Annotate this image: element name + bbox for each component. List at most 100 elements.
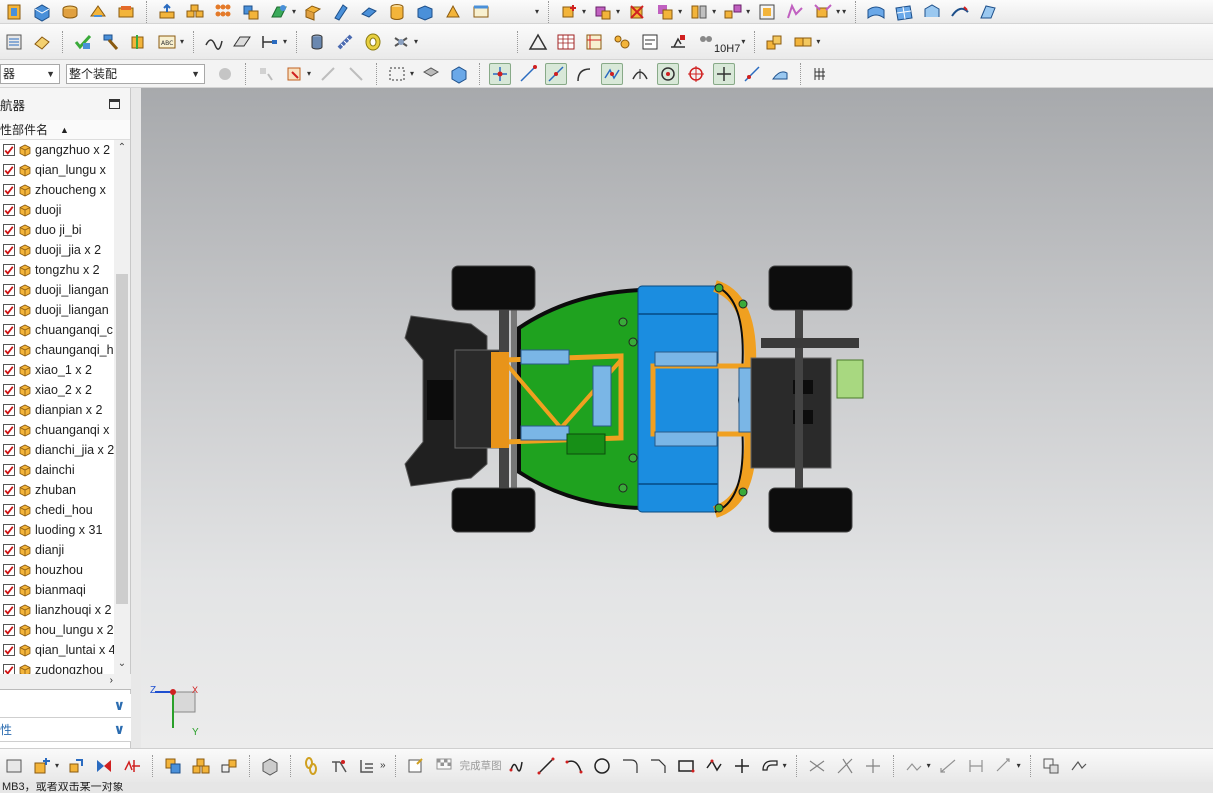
curve-analysis-icon[interactable] xyxy=(203,31,225,53)
visibility-checkbox[interactable] xyxy=(3,404,15,416)
edge-blend-icon[interactable] xyxy=(330,1,352,23)
check-geometry-icon[interactable] xyxy=(72,31,94,53)
shell-icon[interactable] xyxy=(115,1,137,23)
cylinder-icon[interactable] xyxy=(386,1,408,23)
check-clearance-icon[interactable] xyxy=(784,1,806,23)
tree-item[interactable]: duoji_liangan xyxy=(0,280,114,300)
draft-icon[interactable] xyxy=(470,1,492,23)
rectangle-select-icon[interactable] xyxy=(386,63,408,85)
visibility-checkbox[interactable] xyxy=(3,164,15,176)
triangle-icon[interactable] xyxy=(527,31,549,53)
box-feature-icon[interactable] xyxy=(31,1,53,23)
blend-icon[interactable] xyxy=(87,1,109,23)
visibility-checkbox[interactable] xyxy=(3,584,15,596)
add-component-icon[interactable] xyxy=(558,1,580,23)
move-part-icon[interactable] xyxy=(65,755,87,777)
tree-item[interactable]: chuanganqi_c xyxy=(0,320,114,340)
snap-control-point-icon[interactable] xyxy=(573,63,595,85)
surface-analysis-icon[interactable] xyxy=(231,31,253,53)
extrude-icon[interactable] xyxy=(59,1,81,23)
visibility-checkbox[interactable] xyxy=(3,644,15,656)
sync-modeling-icon[interactable] xyxy=(156,1,178,23)
snap-all-icon[interactable] xyxy=(489,62,512,85)
dropdown-arrow-icon[interactable]: ▾ xyxy=(712,7,716,16)
visibility-checkbox[interactable] xyxy=(3,664,15,674)
datum-plane-icon[interactable] xyxy=(302,1,324,23)
tree-vertical-scrollbar[interactable]: ⌃ ⌄ xyxy=(114,140,130,674)
dropdown-arrow-icon[interactable]: ▾ xyxy=(927,761,931,770)
snap-quadrant-icon[interactable] xyxy=(685,63,707,85)
dropdown-arrow-icon[interactable]: ▾ xyxy=(180,37,184,46)
block-icon[interactable] xyxy=(414,1,436,23)
dropdown-arrow-icon[interactable]: ▾ xyxy=(1017,761,1021,770)
visibility-checkbox[interactable] xyxy=(3,344,15,356)
repair-icon[interactable] xyxy=(128,31,150,53)
replace-component-icon[interactable] xyxy=(654,1,676,23)
chevron-down-icon[interactable]: ∨ xyxy=(114,721,125,738)
measure-distance-icon[interactable] xyxy=(259,31,281,53)
dropdown-arrow-icon[interactable]: ▾ xyxy=(836,7,840,16)
balloon-icon[interactable] xyxy=(611,31,633,53)
dropdown-arrow-icon[interactable]: ▾ xyxy=(616,7,620,16)
snap-on-surface-icon[interactable] xyxy=(769,63,791,85)
visibility-checkbox[interactable] xyxy=(3,544,15,556)
quick-extend-icon[interactable] xyxy=(834,755,856,777)
dropdown-arrow-icon[interactable]: ▾ xyxy=(307,69,311,78)
sketch-icon[interactable] xyxy=(405,755,427,777)
properties-panel-header[interactable]: 性 ∨ xyxy=(0,718,131,742)
visibility-checkbox[interactable] xyxy=(3,364,15,376)
constraint-icon[interactable] xyxy=(592,1,614,23)
rectangle-icon[interactable] xyxy=(675,755,697,777)
type-filter-select[interactable]: 器 ▼ xyxy=(0,63,60,84)
graphics-viewport[interactable]: Z X Y xyxy=(141,88,1213,748)
visibility-checkbox[interactable] xyxy=(3,464,15,476)
sketch-settings-icon[interactable] xyxy=(1040,755,1062,777)
dimension-icon[interactable] xyxy=(937,755,959,777)
tree-item[interactable]: lianzhouqi x 2 xyxy=(0,600,114,620)
interpart-link-icon[interactable] xyxy=(328,755,350,777)
visibility-checkbox[interactable] xyxy=(3,264,15,276)
tree-item[interactable]: dianpian x 2 xyxy=(0,400,114,420)
tree-item[interactable]: qian_luntai x 4 xyxy=(0,640,114,660)
tree-item[interactable]: chuanganqi x xyxy=(0,420,114,440)
maximize-panel-icon[interactable] xyxy=(109,99,120,109)
visibility-checkbox[interactable] xyxy=(3,204,15,216)
chamfer-sketch-icon[interactable] xyxy=(647,755,669,777)
tolerance-label[interactable]: 10H7 xyxy=(714,43,740,55)
tree-item[interactable]: qian_lungu x xyxy=(0,160,114,180)
wave-link-icon[interactable] xyxy=(756,1,778,23)
tree-item[interactable]: xiao_1 x 2 xyxy=(0,360,114,380)
general-select-icon[interactable] xyxy=(255,63,277,85)
visibility-checkbox[interactable] xyxy=(3,564,15,576)
tree-item[interactable]: zhoucheng x xyxy=(0,180,114,200)
unite-icon[interactable] xyxy=(240,1,262,23)
snap-circle-center-icon[interactable] xyxy=(657,62,680,85)
point-icon[interactable] xyxy=(731,755,753,777)
tree-item[interactable]: chaunganqi_h xyxy=(0,340,114,360)
visibility-checkbox[interactable] xyxy=(3,624,15,636)
gear-tool-icon[interactable] xyxy=(390,31,412,53)
tree-item[interactable]: dianji xyxy=(0,540,114,560)
swept-surface-icon[interactable] xyxy=(921,1,943,23)
dropdown-arrow-icon[interactable]: ▾ xyxy=(746,7,750,16)
dropdown-arrow-icon[interactable]: ▾ xyxy=(410,69,414,78)
column-header[interactable]: 性部件名 ▲ xyxy=(0,120,130,140)
array-icon[interactable] xyxy=(212,1,234,23)
table-icon[interactable] xyxy=(555,31,577,53)
scroll-up-icon[interactable]: ⌃ xyxy=(114,142,130,156)
dropdown-arrow-icon[interactable]: ▾ xyxy=(283,37,287,46)
visibility-checkbox[interactable] xyxy=(3,284,15,296)
arc-icon[interactable] xyxy=(563,755,585,777)
tree-item[interactable]: luoding x 31 xyxy=(0,520,114,540)
dropdown-arrow-icon[interactable]: ▾ xyxy=(783,761,787,770)
car-assembly-model[interactable] xyxy=(141,88,1213,748)
select-body-icon[interactable] xyxy=(420,63,442,85)
dropdown-arrow-icon[interactable]: ▾ xyxy=(678,7,682,16)
stack-components-icon[interactable] xyxy=(764,31,786,53)
n-sided-surface-icon[interactable] xyxy=(977,1,999,23)
align-parts-icon[interactable] xyxy=(121,755,143,777)
visibility-checkbox[interactable] xyxy=(3,504,15,516)
dropdown-arrow-icon[interactable]: ▾ xyxy=(582,7,586,16)
tree-item[interactable]: duoji xyxy=(0,200,114,220)
chevron-down-icon[interactable]: ∨ xyxy=(114,697,125,714)
